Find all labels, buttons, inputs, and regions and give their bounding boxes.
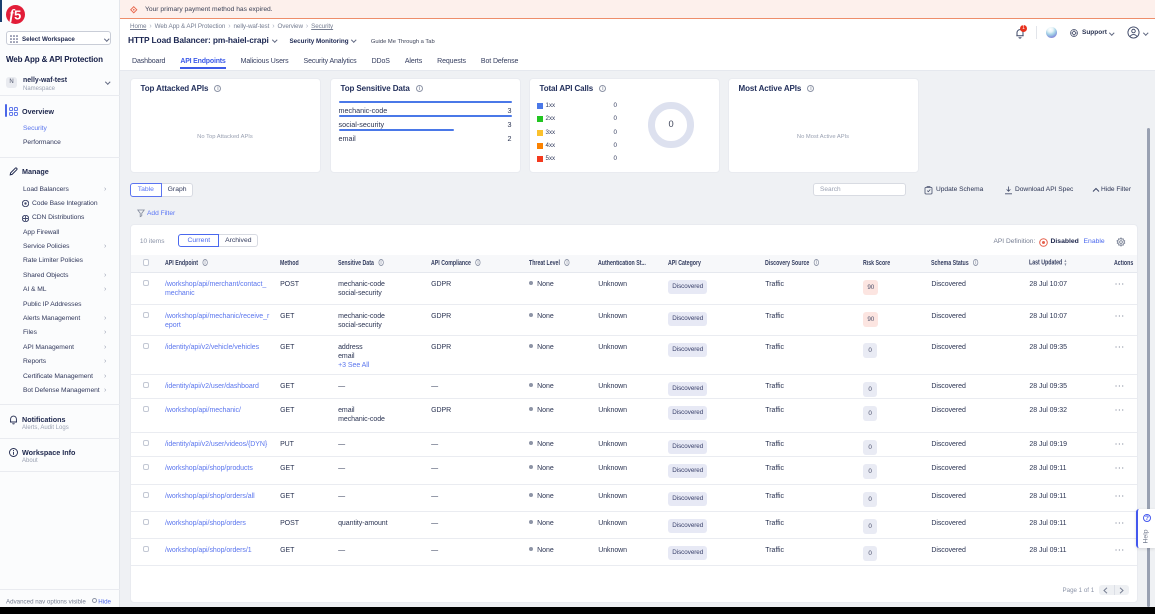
svg-text:5: 5 — [14, 8, 21, 23]
